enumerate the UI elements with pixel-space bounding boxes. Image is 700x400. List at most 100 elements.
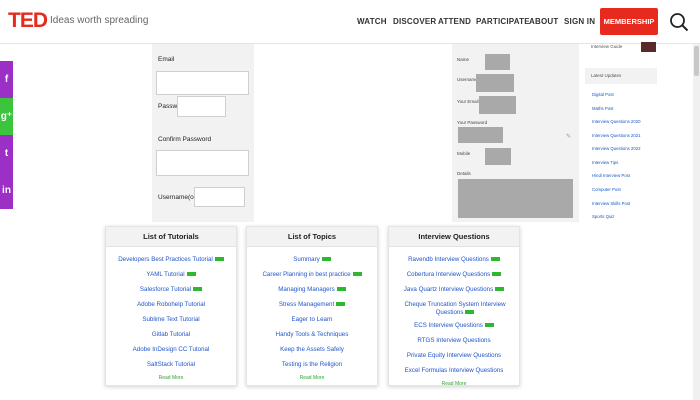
your-email-field[interactable] <box>479 96 516 114</box>
new-badge-icon <box>186 272 196 277</box>
sidebar-link[interactable]: Digital Post <box>592 92 614 97</box>
your-password-field[interactable] <box>458 127 503 143</box>
card-link[interactable]: Stress Management <box>247 301 377 309</box>
facebook-icon: f <box>4 74 9 85</box>
new-badge-icon <box>336 302 346 307</box>
pencil-icon[interactable]: ✎ <box>566 133 571 140</box>
card-link[interactable]: Eager to Learn <box>247 316 377 324</box>
card-link[interactable]: Developers Best Practices Tutorial <box>106 256 236 264</box>
sidebar-link[interactable]: Interview Skills Post <box>592 201 630 206</box>
card-link[interactable]: Cheque Truncation System Interview Quest… <box>399 301 511 317</box>
nav-participate[interactable]: PARTICIPATE <box>476 17 530 26</box>
sidebar-top-text: Interview Guide <box>591 44 623 49</box>
tagline: Ideas worth spreading <box>50 15 149 26</box>
facebook-share-button[interactable]: f <box>0 61 13 98</box>
sidebar-link[interactable]: Interview Questions 2020 <box>592 119 641 124</box>
your-password-label: Your Password <box>457 120 488 125</box>
membership-button[interactable]: MEMBERSHIP <box>600 8 658 35</box>
card-link[interactable]: Keep the Assets Safely <box>247 346 377 354</box>
mobile-label: Mobile <box>457 151 471 156</box>
sidebar-link[interactable]: Sports Quiz <box>592 214 614 219</box>
card-link-text: Stress Management <box>278 301 335 308</box>
nav-sign-in[interactable]: SIGN IN <box>564 17 595 26</box>
page-scrollbar[interactable] <box>693 44 700 400</box>
card-link-text: Cheque Truncation System Interview Quest… <box>404 301 506 316</box>
card-link[interactable]: Sublime Text Tutorial <box>106 316 236 324</box>
card-link-text: Eager to Learn <box>291 316 333 323</box>
card-link[interactable]: Java Quartz Interview Questions <box>389 286 519 294</box>
card-link-text: Java Quartz Interview Questions <box>403 286 494 293</box>
new-badge-icon <box>336 287 346 292</box>
card-link[interactable]: Excel Formulas Interview Questions <box>389 367 519 375</box>
new-badge-icon <box>465 310 475 315</box>
sidebar-link[interactable]: Interview Questions 2021 <box>592 133 641 138</box>
card-link[interactable]: Adobe Robohelp Tutorial <box>106 301 236 309</box>
username-label-right: Username <box>457 77 478 82</box>
card-link[interactable]: Salesforce Tutorial <box>106 286 236 294</box>
sidebar-link[interactable]: Maths Post <box>592 106 614 111</box>
nav-discover[interactable]: DISCOVER <box>393 17 436 26</box>
card-link[interactable]: Summary <box>247 256 377 264</box>
twitter-icon: t <box>4 148 9 159</box>
card-link[interactable]: Gitlab Tutorial <box>106 331 236 339</box>
sidebar-link[interactable]: Hindi Interview Post <box>592 173 630 178</box>
card-list-of-topics: List of Topics Summary Career Planning in … <box>246 226 378 386</box>
card-link[interactable]: Career Planning in best practice <box>247 271 377 279</box>
card-link-text: Testing is the Religion <box>281 361 343 368</box>
nav-about[interactable]: ABOUT <box>529 17 558 26</box>
card-link[interactable]: Private Equity Interview Questions <box>389 352 519 360</box>
new-badge-icon <box>352 272 362 277</box>
card-link-text: Adobe InDesign CC Tutorial <box>132 346 210 353</box>
twitter-share-button[interactable]: t <box>0 135 13 172</box>
card-link-text: YAML Tutorial <box>146 271 185 278</box>
card-link[interactable]: Adobe InDesign CC Tutorial <box>106 346 236 354</box>
card-link[interactable]: YAML Tutorial <box>106 271 236 279</box>
card-link-text: Summary <box>293 256 320 263</box>
card-link-text: Private Equity Interview Questions <box>406 352 502 359</box>
card-link-text: Managing Managers <box>278 286 335 293</box>
username-field[interactable] <box>194 187 245 207</box>
name-field[interactable] <box>485 54 510 70</box>
nav-watch[interactable]: WATCH <box>357 17 387 26</box>
details-field[interactable] <box>458 179 573 218</box>
card-link[interactable]: Cobertura Interview Questions <box>389 271 519 279</box>
mobile-field[interactable] <box>485 148 511 165</box>
card-link[interactable]: ECS Interview Questions <box>389 322 519 330</box>
password-field[interactable] <box>177 96 226 117</box>
google-plus-share-button[interactable]: g⁺ <box>0 98 13 135</box>
new-badge-icon <box>193 287 203 292</box>
read-more-button[interactable]: Read More <box>247 375 377 381</box>
card-link-text: Developers Best Practices Tutorial <box>118 256 213 263</box>
sidebar-thumbnail[interactable] <box>641 42 656 52</box>
card-link-text: Cobertura Interview Questions <box>406 271 491 278</box>
card-link[interactable]: Testing is the Religion <box>247 361 377 369</box>
linkedin-share-button[interactable]: in <box>0 172 13 209</box>
details-label: Details <box>457 171 471 176</box>
new-badge-icon <box>490 257 500 262</box>
confirm-password-field[interactable] <box>156 150 249 176</box>
read-more-button[interactable]: Read More <box>389 381 519 387</box>
new-badge-icon <box>321 257 331 262</box>
email-field[interactable] <box>156 71 249 95</box>
card-link-text: Ravendb Interview Questions <box>408 256 489 263</box>
sidebar-link[interactable]: Interview Tips <box>592 160 618 165</box>
card-title: List of Topics <box>247 227 377 247</box>
card-link[interactable]: SaltStack Tutorial <box>106 361 236 369</box>
card-list-of-tutorials: List of Tutorials Developers Best Practic… <box>105 226 237 386</box>
card-link[interactable]: Handy Tools & Techniques <box>247 331 377 339</box>
card-link-text: SaltStack Tutorial <box>146 361 196 368</box>
nav-attend[interactable]: ATTEND <box>438 17 471 26</box>
scrollbar-thumb[interactable] <box>694 46 699 76</box>
new-badge-icon <box>484 323 494 328</box>
read-more-button[interactable]: Read More <box>106 375 236 381</box>
username-field-right[interactable] <box>476 74 514 92</box>
card-link[interactable]: Ravendb Interview Questions <box>389 256 519 264</box>
search-icon[interactable] <box>669 12 689 32</box>
card-link-text: Handy Tools & Techniques <box>275 331 349 338</box>
card-link[interactable]: Managing Managers <box>247 286 377 294</box>
card-link[interactable]: RTGS Interview Questions <box>389 337 519 345</box>
new-badge-icon <box>214 257 224 262</box>
sidebar-link[interactable]: Computer Post <box>592 187 621 192</box>
sidebar-link[interactable]: Interview Questions 2022 <box>592 146 641 151</box>
ted-logo[interactable]: TED <box>8 9 48 33</box>
